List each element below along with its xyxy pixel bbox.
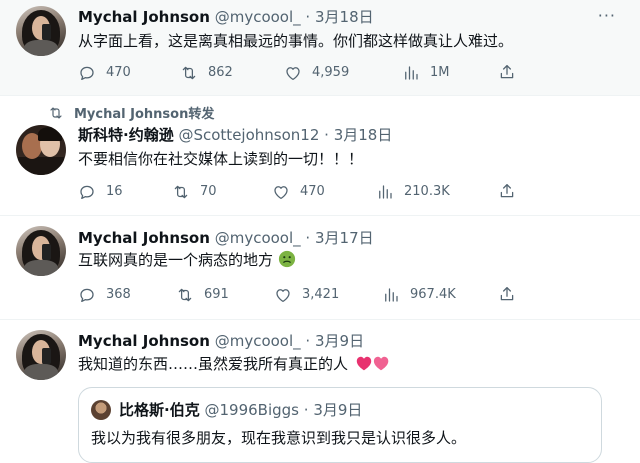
quote-header: 比格斯·伯克 @1996Biggs · 3月9日 (119, 400, 362, 420)
quote-author-name[interactable]: 比格斯·伯克 (119, 401, 200, 419)
tweet-text: 不要相信你在社交媒体上读到的一切！！！ (78, 150, 364, 168)
author-handle[interactable]: @mycoool_ (215, 229, 301, 247)
share-button[interactable] (498, 285, 516, 303)
like-button[interactable]: 470 (272, 182, 325, 202)
author-name[interactable]: Mychal Johnson (78, 332, 210, 350)
avatar[interactable] (16, 330, 66, 380)
tweet-text: 我知道的东西……虽然爱我所有真正的人 (78, 353, 393, 375)
quoted-tweet[interactable]: 比格斯·伯克 @1996Biggs · 3月9日 我以为我有很多朋友，现在我意识… (78, 387, 602, 463)
share-icon (498, 63, 516, 81)
separator-dot: · (303, 401, 309, 419)
retweet-button[interactable]: 862 (180, 63, 233, 83)
views-icon (402, 64, 420, 82)
tweet-header: 斯科特·约翰逊 @Scottejohnson12 · 3月18日 (78, 125, 392, 145)
reply-icon (78, 64, 96, 82)
tweet-text: 从字面上看，这是离真相最远的事情。你们都这样做真让人难过。 (78, 32, 514, 50)
like-button[interactable]: 3,421 (274, 285, 339, 305)
views-count: 1M (430, 65, 450, 80)
tweet[interactable]: Mychal Johnson @mycoool_ · 3月18日 ··· 从字面… (0, 0, 640, 96)
author-handle[interactable]: @mycoool_ (215, 332, 301, 350)
share-button[interactable] (498, 182, 516, 200)
views-button[interactable]: 967.4K (382, 285, 456, 305)
share-icon (498, 182, 516, 200)
separator-dot: · (305, 229, 311, 247)
reply-icon (78, 286, 96, 304)
share-button[interactable] (498, 63, 516, 81)
avatar[interactable] (16, 125, 66, 175)
tweet-actions: 470 862 4,959 1M (78, 63, 538, 83)
reply-count: 470 (106, 65, 131, 80)
avatar[interactable] (16, 226, 66, 276)
author-handle[interactable]: @Scottejohnson12 (178, 126, 319, 144)
tweet-actions: 368 691 3,421 967.4K (78, 285, 538, 305)
quote-text: 我以为我有很多朋友，现在我意识到我只是认识很多人。 (91, 429, 467, 447)
separator-dot: · (305, 332, 311, 350)
tweet-header: Mychal Johnson @mycoool_ · 3月17日 (78, 228, 374, 248)
tweet-header: Mychal Johnson @mycoool_ · 3月9日 (78, 331, 364, 351)
quote-author-handle[interactable]: @1996Biggs (204, 401, 299, 419)
more-options-icon[interactable]: ··· (598, 6, 616, 26)
like-count: 4,959 (312, 65, 350, 80)
views-count: 210.3K (404, 184, 450, 199)
retweet-icon (172, 183, 190, 201)
quote-avatar[interactable] (91, 400, 111, 420)
share-icon (498, 285, 516, 303)
author-handle[interactable]: @mycoool_ (215, 8, 301, 26)
views-icon (382, 286, 400, 304)
author-name[interactable]: 斯科特·约翰逊 (78, 126, 174, 144)
like-count: 3,421 (302, 287, 340, 302)
retweet-icon (176, 286, 194, 304)
tweet[interactable]: 斯科特·约翰逊 @Scottejohnson12 · 3月18日 不要相信你在社… (0, 96, 640, 216)
tweet-text: 互联网真的是一个病态的地方 (78, 249, 296, 271)
reply-button[interactable]: 368 (78, 285, 131, 305)
tweet-text-body: 互联网真的是一个病态的地方 (78, 251, 274, 269)
tweet-date[interactable]: 3月9日 (315, 332, 364, 350)
reply-button[interactable]: 16 (78, 182, 123, 202)
retweet-icon (180, 64, 198, 82)
views-icon (376, 183, 394, 201)
tweet-date[interactable]: 3月17日 (315, 229, 374, 247)
retweet-button[interactable]: 691 (176, 285, 229, 305)
reply-button[interactable]: 470 (78, 63, 131, 83)
tweet-date[interactable]: 3月18日 (315, 8, 374, 26)
separator-dot: · (305, 8, 311, 26)
tweet-header: Mychal Johnson @mycoool_ · 3月18日 (78, 7, 374, 27)
retweet-count: 70 (200, 184, 217, 199)
two-hearts-emoji (356, 356, 389, 371)
nauseated-face-emoji (278, 250, 295, 268)
tweet-date[interactable]: 3月18日 (334, 126, 393, 144)
like-icon (274, 286, 292, 304)
retweet-count: 862 (208, 65, 233, 80)
author-name[interactable]: Mychal Johnson (78, 8, 210, 26)
reply-count: 16 (106, 184, 123, 199)
retweet-count: 691 (204, 287, 229, 302)
quote-date[interactable]: 3月9日 (313, 401, 362, 419)
author-name[interactable]: Mychal Johnson (78, 229, 210, 247)
separator-dot: · (324, 126, 329, 144)
like-icon (284, 64, 302, 82)
tweet-actions: 16 70 470 210.3K (78, 182, 538, 202)
tweet-text-body: 我知道的东西……虽然爱我所有真正的人 (78, 355, 349, 373)
retweet-button[interactable]: 70 (172, 182, 217, 202)
views-button[interactable]: 1M (402, 63, 450, 83)
views-button[interactable]: 210.3K (376, 182, 450, 202)
like-button[interactable]: 4,959 (284, 63, 349, 83)
views-count: 967.4K (410, 287, 456, 302)
reply-icon (78, 183, 96, 201)
avatar[interactable] (16, 6, 66, 56)
tweet[interactable]: Mychal Johnson @mycoool_ · 3月17日 互联网真的是一… (0, 216, 640, 320)
reply-count: 368 (106, 287, 131, 302)
like-icon (272, 183, 290, 201)
like-count: 470 (300, 184, 325, 199)
